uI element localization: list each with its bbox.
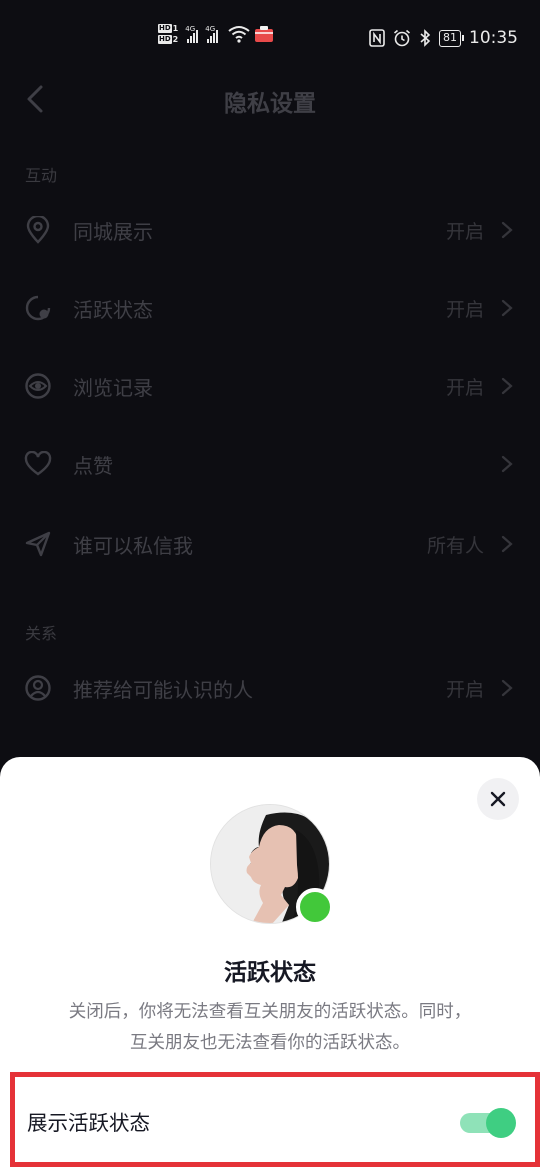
setting-label: 活跃状态 bbox=[73, 297, 153, 322]
chevron-right-icon bbox=[501, 377, 513, 395]
active-status-icon bbox=[24, 294, 52, 322]
hd-tag-1: HD 1 bbox=[158, 24, 178, 33]
avatar-with-status bbox=[210, 804, 334, 926]
setting-row-who-can-message[interactable]: 谁可以私信我 所有人 bbox=[0, 514, 540, 574]
setting-value: 开启 bbox=[445, 376, 484, 399]
alarm-icon bbox=[393, 29, 411, 47]
heart-icon bbox=[24, 450, 52, 478]
setting-value: 开启 bbox=[445, 298, 484, 321]
send-icon bbox=[24, 530, 52, 558]
chevron-right-icon bbox=[501, 679, 513, 697]
setting-label: 同城展示 bbox=[73, 219, 153, 244]
page-title: 隐私设置 bbox=[224, 91, 316, 117]
description-line: 互关朋友也无法查看你的活跃状态。 bbox=[130, 1033, 410, 1053]
user-circle-icon bbox=[24, 674, 52, 702]
battery-icon: 81 bbox=[439, 29, 464, 47]
setting-label: 浏览记录 bbox=[73, 375, 153, 400]
setting-row-nearby-display[interactable]: 同城展示 开启 bbox=[0, 200, 540, 260]
setting-label: 点赞 bbox=[73, 453, 113, 478]
chevron-right-icon bbox=[501, 535, 513, 553]
hd-indicators: HD 1 HD 2 bbox=[158, 24, 178, 44]
signal-icon: 4G bbox=[205, 25, 219, 43]
nav-header: 隐私设置 bbox=[0, 76, 540, 122]
app-notification-icon bbox=[255, 26, 274, 42]
chevron-right-icon bbox=[501, 299, 513, 317]
hd-sim-number: 1 bbox=[172, 24, 179, 33]
show-active-status-row: 展示活跃状态 bbox=[10, 1072, 540, 1167]
chevron-right-icon bbox=[501, 455, 513, 473]
setting-row-recommend-to-acquaintances[interactable]: 推荐给可能认识的人 开启 bbox=[0, 658, 540, 718]
status-right: 81 10:35 bbox=[369, 28, 518, 48]
sheet-title: 活跃状态 bbox=[224, 960, 316, 986]
setting-value: 所有人 bbox=[426, 534, 484, 557]
clock: 10:35 bbox=[469, 28, 518, 48]
description-line: 关闭后，你将无法查看互关朋友的活跃状态。同时， bbox=[68, 1002, 472, 1022]
wifi-icon bbox=[228, 26, 250, 43]
close-button[interactable] bbox=[477, 778, 519, 820]
hd-sim-number: 2 bbox=[172, 35, 179, 44]
setting-value: 开启 bbox=[445, 678, 484, 701]
online-status-dot bbox=[296, 888, 334, 926]
setting-value: 开启 bbox=[445, 220, 484, 243]
setting-row-active-status[interactable]: 活跃状态 开启 bbox=[0, 278, 540, 338]
status-left: HD 1 HD 2 4G 4G bbox=[158, 24, 274, 44]
active-status-sheet: 活跃状态 关闭后，你将无法查看互关朋友的活跃状态。同时， 互关朋友也无法查看你的… bbox=[0, 757, 540, 1170]
setting-label: 推荐给可能认识的人 bbox=[73, 677, 253, 702]
location-pin-icon bbox=[24, 216, 52, 244]
signal-icon: 4G bbox=[185, 25, 199, 43]
hd-label: HD bbox=[158, 35, 172, 44]
setting-row-browsing-history[interactable]: 浏览记录 开启 bbox=[0, 356, 540, 416]
setting-row-likes[interactable]: 点赞 bbox=[0, 434, 540, 494]
toggle-label: 展示活跃状态 bbox=[27, 1111, 150, 1135]
nfc-icon bbox=[369, 29, 385, 47]
section-title-interaction: 互动 bbox=[25, 166, 58, 185]
hd-tag-2: HD 2 bbox=[158, 35, 178, 44]
toggle-knob bbox=[486, 1108, 516, 1138]
network-type: 4G bbox=[185, 25, 196, 33]
section-title-relationship: 关系 bbox=[25, 624, 58, 643]
sheet-description: 关闭后，你将无法查看互关朋友的活跃状态。同时， 互关朋友也无法查看你的活跃状态。 bbox=[20, 997, 520, 1059]
chevron-right-icon bbox=[501, 221, 513, 239]
eye-icon bbox=[24, 372, 52, 400]
bluetooth-icon bbox=[420, 29, 431, 47]
status-bar: HD 1 HD 2 4G 4G 81 10:35 bbox=[0, 0, 540, 80]
setting-label: 谁可以私信我 bbox=[73, 533, 193, 558]
network-type: 4G bbox=[205, 25, 216, 33]
show-active-status-toggle[interactable] bbox=[460, 1108, 516, 1138]
hd-label: HD bbox=[158, 24, 172, 33]
close-icon bbox=[490, 791, 506, 807]
